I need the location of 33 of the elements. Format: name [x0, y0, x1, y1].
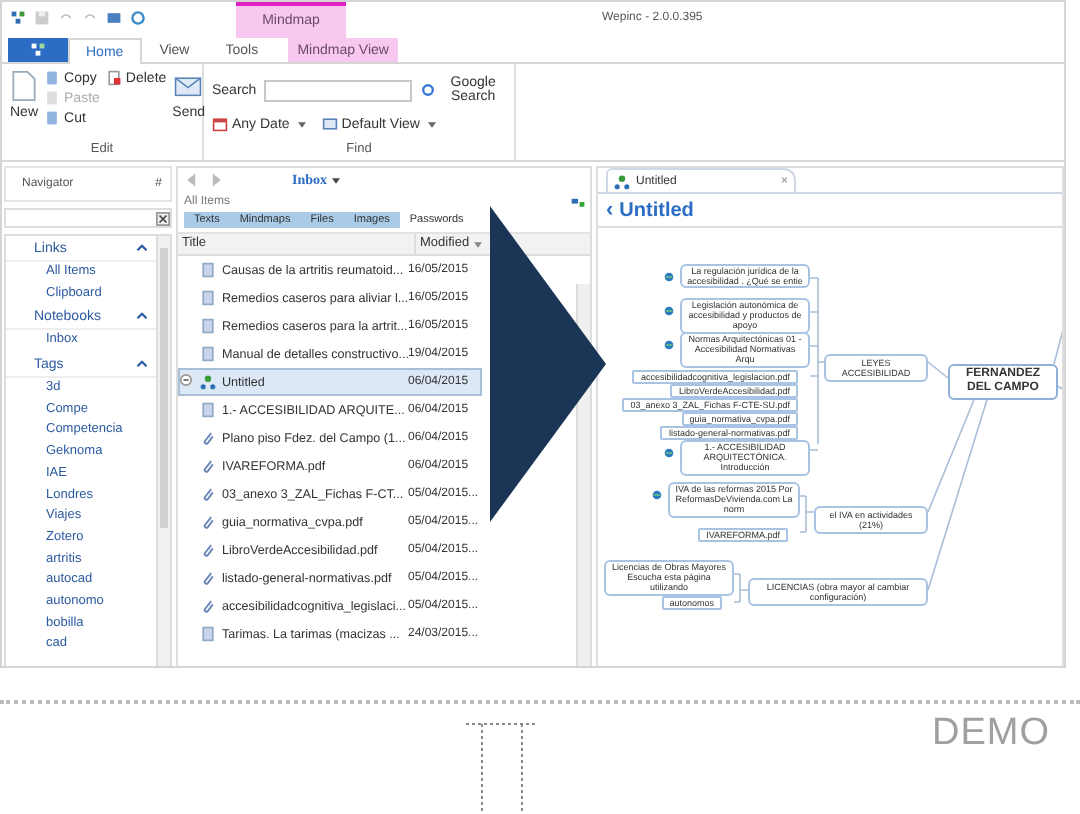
- document-icon: [10, 70, 38, 102]
- mindmap-title: Untitled: [619, 199, 694, 221]
- globe-icon: [652, 490, 662, 500]
- globe-icon: [664, 340, 674, 350]
- sort-caret-icon: [473, 241, 482, 247]
- back-button[interactable]: ‹: [606, 198, 614, 222]
- note-icon: [200, 402, 216, 418]
- window-icon: [321, 116, 338, 132]
- close-icon[interactable]: [156, 211, 170, 225]
- app-logo-icon: [30, 42, 46, 58]
- globe-icon: [664, 306, 674, 316]
- expand-toggle-icon[interactable]: [180, 374, 192, 386]
- chevron-icon[interactable]: [136, 312, 148, 321]
- app-logo-icon[interactable]: [10, 10, 26, 26]
- calendar-icon: [212, 116, 228, 132]
- mindmap-icon: [200, 374, 216, 390]
- search-field[interactable]: [264, 79, 413, 101]
- mindmap-icon: [614, 173, 630, 189]
- chevron-icon[interactable]: [136, 360, 148, 369]
- note-icon: [200, 626, 216, 642]
- globe-icon: [664, 272, 674, 282]
- globe-icon: [664, 448, 674, 458]
- demo-label: DEMO: [932, 712, 1050, 756]
- scrollbar[interactable]: [156, 236, 170, 666]
- caret-icon: [427, 121, 436, 127]
- chevron-icon[interactable]: [136, 244, 148, 252]
- app-menu-button[interactable]: [8, 38, 68, 62]
- caret-icon: [297, 121, 306, 127]
- caret-icon: [331, 177, 340, 183]
- delete-icon: [105, 70, 122, 86]
- sync-status-icon: [570, 193, 586, 209]
- play-arrow-icon: [490, 206, 606, 522]
- navigator-search-field[interactable]: [4, 208, 172, 228]
